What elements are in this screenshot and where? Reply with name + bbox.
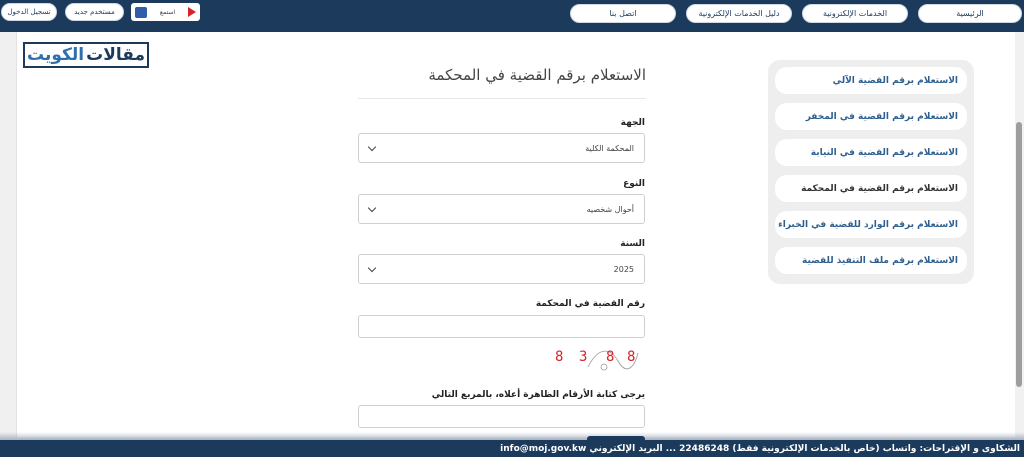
listen-label: استمع — [159, 8, 176, 16]
footer-contact-bar: الشكاوى و الإقتراحات: واتساب (خاص بالخدم… — [0, 440, 1024, 457]
login-button[interactable]: تسجيل الدخول — [1, 3, 57, 21]
site-logo[interactable]: مقالات الكويت — [23, 42, 149, 68]
eservices-button[interactable]: الخدمات الإلكترونية — [802, 4, 908, 23]
captcha-digit: 8 — [606, 349, 615, 365]
listen-button[interactable]: استمع — [131, 3, 200, 21]
chevron-down-icon — [367, 142, 377, 151]
case-number-input[interactable] — [358, 315, 645, 338]
new-user-button[interactable]: مستخدم جديد — [65, 3, 124, 21]
eservices-guide-button[interactable]: دليل الخدمات الإلكترونية — [686, 4, 792, 23]
entity-label: الجهة — [620, 118, 645, 128]
footer-text: الشكاوى و الإقتراحات: واتساب (خاص بالخدم… — [500, 443, 1020, 454]
captcha-digit: 8 — [627, 349, 636, 365]
sidebar-item-experts-case[interactable]: الاستعلام برقم الوارد للقضية في الخبراء — [775, 211, 967, 238]
chevron-down-icon — [367, 203, 377, 212]
year-select[interactable]: 2025 — [358, 254, 645, 284]
sidebar-item-prosecution-case[interactable]: الاستعلام برقم القضية في النيابة — [775, 139, 967, 166]
entity-selected-value: المحكمة الكلية — [585, 143, 634, 153]
chevron-down-icon — [367, 263, 377, 272]
captcha-input[interactable] — [358, 405, 645, 428]
captcha-digit: 3 — [579, 349, 588, 365]
logo-text-part2: الكويت — [26, 45, 85, 65]
sidebar-item-court-case[interactable]: الاستعلام برقم القضية في المحكمة — [775, 175, 967, 202]
home-button[interactable]: الرئيسية — [918, 4, 1022, 23]
captcha-digit: 8 — [555, 349, 564, 365]
year-selected-value: 2025 — [613, 264, 634, 274]
year-label: السنة — [620, 239, 645, 249]
play-icon — [188, 7, 196, 17]
sidebar-item-auto-case[interactable]: الاستعلام برقم القضية الآلي — [775, 67, 967, 94]
type-select[interactable]: أحوال شخصيه — [358, 194, 645, 224]
captcha-image: 8 3 8 8 — [548, 345, 644, 371]
contact-us-button[interactable]: اتصل بنا — [570, 4, 676, 23]
type-label: النوع — [623, 179, 645, 189]
case-number-label: رقم القضية في المحكمة — [535, 299, 645, 309]
page-scrollbar-thumb[interactable] — [1016, 122, 1022, 387]
captcha-instruction: يرجى كتابة الأرقام الظاهرة أعلاه، بالمرب… — [431, 390, 645, 400]
logo-text-part1: مقالات — [86, 45, 146, 65]
sidebar-item-police-case[interactable]: الاستعلام برقم القضية في المخفر — [775, 103, 967, 130]
sidebar-item-execution-file[interactable]: الاستعلام برقم ملف التنفيذ للقضية — [775, 247, 967, 274]
title-divider — [358, 98, 646, 99]
entity-select[interactable]: المحكمة الكلية — [358, 133, 645, 163]
type-selected-value: أحوال شخصيه — [586, 204, 634, 214]
speaker-icon — [135, 6, 147, 18]
footer-shadow — [0, 432, 1024, 440]
page-title: الاستعلام برقم القضية في المحكمة — [428, 66, 646, 84]
